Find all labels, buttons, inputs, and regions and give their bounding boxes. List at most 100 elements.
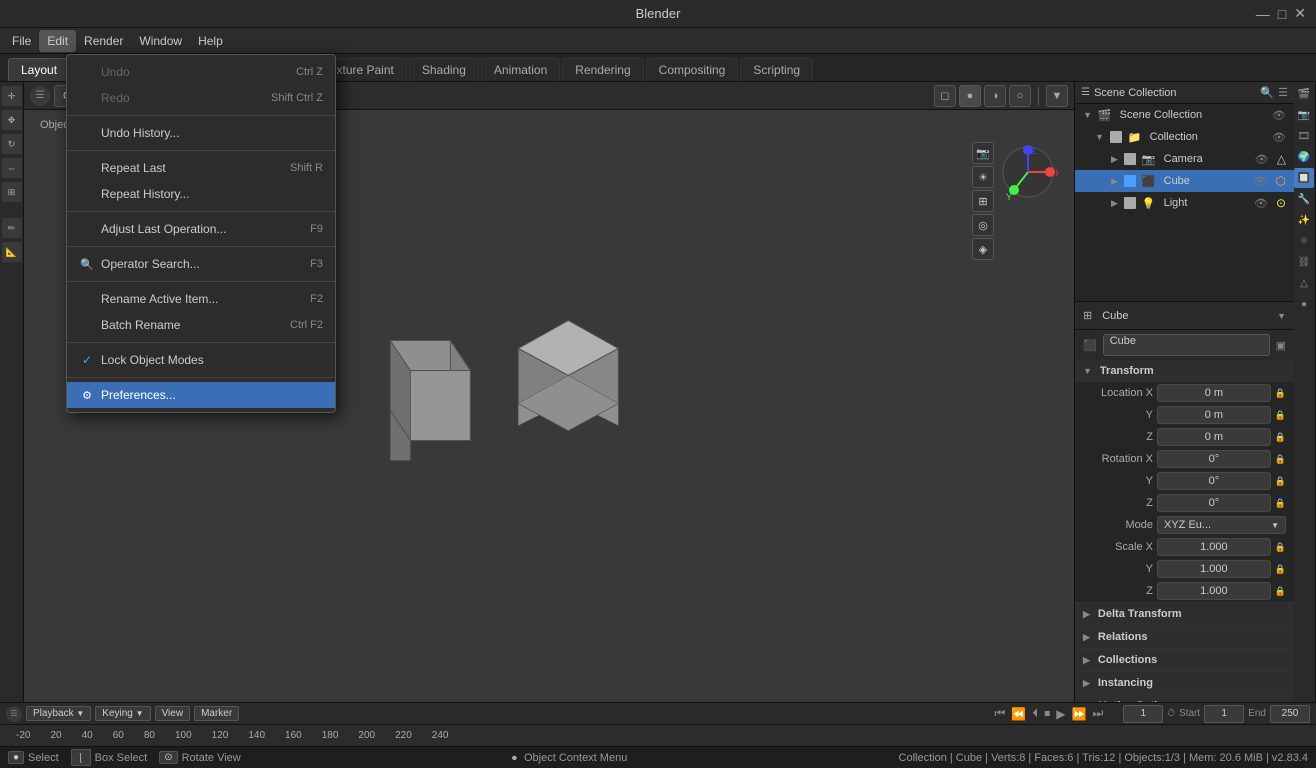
render-btn[interactable]: ○ (1009, 85, 1031, 107)
menu-undo[interactable]: Undo Ctrl Z (67, 59, 335, 85)
tool-transform[interactable]: ⊞ (2, 182, 22, 202)
timeline-menu-icon[interactable]: ☰ (6, 706, 22, 722)
viewport-menu-icon[interactable]: ☰ (30, 86, 50, 106)
obj-fake-user[interactable]: ▣ (1276, 339, 1286, 352)
prop-tab-object[interactable]: 🔲 (1294, 168, 1314, 188)
tab-animation[interactable]: Animation (481, 58, 560, 81)
tool-cursor[interactable]: ✛ (2, 86, 22, 106)
menu-preferences[interactable]: ⚙ Preferences... (67, 382, 335, 408)
rotation-x-value[interactable]: 0° (1157, 450, 1271, 468)
tool-annotate[interactable]: ✏ (2, 218, 22, 238)
solid-btn[interactable]: ● (959, 85, 981, 107)
close-button[interactable]: ✕ (1294, 5, 1306, 22)
prop-tab-constraints[interactable]: ⛓ (1294, 252, 1314, 272)
viewport-gizmo[interactable]: X Y Z (998, 142, 1058, 202)
play-back-btn[interactable]: ⏴ (1032, 706, 1038, 721)
lock-y-icon[interactable]: 🔒 (1275, 410, 1286, 421)
tab-shading[interactable]: Shading (409, 58, 479, 81)
playback-btn[interactable]: Playback ▼ (26, 706, 91, 721)
rotation-y-value[interactable]: 0° (1157, 472, 1271, 490)
tool-measure[interactable]: 📐 (2, 242, 22, 262)
menu-file[interactable]: File (4, 30, 39, 52)
grid-icon[interactable]: ⊞ (972, 190, 994, 212)
delta-transform-header[interactable]: ▶ Delta Transform (1075, 603, 1294, 625)
menu-repeat-last[interactable]: Repeat Last Shift R (67, 155, 335, 181)
scale-lock-x[interactable]: 🔒 (1275, 542, 1286, 553)
outliner-light[interactable]: ▶ 💡 Light 👁 ⊙ (1075, 192, 1294, 214)
menu-window[interactable]: Window (131, 30, 190, 52)
prop-tab-scene2[interactable]: 🎞 (1294, 126, 1314, 146)
next-frame-btn[interactable]: ⏩ (1072, 707, 1087, 721)
last-frame-btn[interactable]: ⏭ (1092, 706, 1103, 721)
timeline-ruler[interactable]: -20 20 40 60 80 100 120 140 160 180 200 … (0, 725, 1316, 746)
outliner-collection[interactable]: ▼ 📁 Collection 👁 (1075, 126, 1294, 148)
material-btn[interactable]: ◑ (984, 85, 1006, 107)
object-name-input[interactable]: Cube (1103, 334, 1270, 356)
location-x-value[interactable]: 0 m (1157, 384, 1271, 402)
col-eye[interactable]: 👁 (1272, 131, 1286, 144)
scale-lock-z[interactable]: 🔒 (1275, 586, 1286, 597)
menu-edit[interactable]: Edit (39, 30, 76, 52)
prop-tab-modifier[interactable]: 🔧 (1294, 189, 1314, 209)
menu-operator-search[interactable]: 🔍 Operator Search... F3 (67, 251, 335, 277)
location-z-value[interactable]: 0 m (1157, 428, 1271, 446)
prop-tab-data[interactable]: △ (1294, 273, 1314, 293)
menu-render[interactable]: Render (76, 30, 131, 52)
tool-move[interactable]: ✥ (2, 110, 22, 130)
view-btn[interactable]: View (155, 706, 191, 721)
scale-y-value[interactable]: 1.000 (1157, 560, 1271, 578)
rot-lock-x-icon[interactable]: 🔒 (1275, 454, 1286, 465)
collections-header[interactable]: ▶ Collections (1075, 649, 1294, 671)
menu-redo[interactable]: Redo Shift Ctrl Z (67, 85, 335, 111)
xray-icon[interactable]: ◈ (972, 238, 994, 260)
tab-scripting[interactable]: Scripting (740, 58, 813, 81)
first-frame-btn[interactable]: ⏮ (994, 706, 1005, 721)
cube-eye[interactable]: 👁 (1254, 175, 1268, 188)
lock-z-icon[interactable]: 🔒 (1275, 432, 1286, 443)
motion-paths-header[interactable]: ▶ Motion Paths (1075, 695, 1294, 702)
prop-tab-scene[interactable]: 🎬 (1294, 84, 1314, 104)
tab-compositing[interactable]: Compositing (646, 58, 739, 81)
scale-x-value[interactable]: 1.000 (1157, 538, 1271, 556)
outliner-scene-collection[interactable]: ▼ 🎬 Scene Collection 👁 (1075, 104, 1294, 126)
sun-icon[interactable]: ☀ (972, 166, 994, 188)
prop-tab-particles[interactable]: ✨ (1294, 210, 1314, 230)
tool-scale[interactable]: ⇔ (2, 158, 22, 178)
prop-tab-physics[interactable]: ⚛ (1294, 231, 1314, 251)
marker-btn[interactable]: Marker (194, 706, 239, 721)
rotation-z-value[interactable]: 0° (1157, 494, 1271, 512)
tab-rendering[interactable]: Rendering (562, 58, 643, 81)
menu-adjust-last[interactable]: Adjust Last Operation... F9 (67, 216, 335, 242)
location-y-value[interactable]: 0 m (1157, 406, 1271, 424)
menu-repeat-history[interactable]: Repeat History... (67, 181, 335, 207)
stop-btn[interactable]: ⏹ (1044, 706, 1050, 721)
menu-rename-active[interactable]: Rename Active Item... F2 (67, 286, 335, 312)
outliner-filter-icon[interactable]: ☰ (1278, 86, 1288, 99)
instancing-header[interactable]: ▶ Instancing (1075, 672, 1294, 694)
keying-btn[interactable]: Keying ▼ (95, 706, 150, 721)
outliner-cube[interactable]: ▶ ⬛ Cube 👁 ⬡ (1075, 170, 1294, 192)
outliner-camera[interactable]: ▶ 📷 Camera 👁 △ (1075, 148, 1294, 170)
camera-icon[interactable]: 📷 (972, 142, 994, 164)
tool-rotate[interactable]: ↻ (2, 134, 22, 154)
play-btn[interactable]: ▶ (1056, 707, 1065, 721)
transform-header[interactable]: ▼ Transform (1075, 360, 1294, 382)
light-eye[interactable]: 👁 (1254, 197, 1268, 210)
menu-undo-history[interactable]: Undo History... (67, 120, 335, 146)
prop-tab-renderlayer[interactable]: 📷 (1294, 105, 1314, 125)
menu-lock-object-modes[interactable]: ✓ Lock Object Modes (67, 347, 335, 373)
menu-help[interactable]: Help (190, 30, 231, 52)
rot-lock-y-icon[interactable]: 🔒 (1275, 476, 1286, 487)
outliner-search-icon[interactable]: 🔍 (1260, 86, 1274, 99)
relations-header[interactable]: ▶ Relations (1075, 626, 1294, 648)
menu-batch-rename[interactable]: Batch Rename Ctrl F2 (67, 312, 335, 338)
lock-x-icon[interactable]: 🔒 (1275, 388, 1286, 399)
scale-z-value[interactable]: 1.000 (1157, 582, 1271, 600)
sc-eye[interactable]: 👁 (1272, 109, 1286, 122)
shading-options-btn[interactable]: ▼ (1046, 85, 1068, 107)
maximize-button[interactable]: □ (1278, 6, 1286, 22)
wireframe-btn[interactable]: ◻ (934, 85, 956, 107)
prop-tab-world[interactable]: 🌍 (1294, 147, 1314, 167)
scale-lock-y[interactable]: 🔒 (1275, 564, 1286, 575)
start-frame[interactable]: 1 (1204, 705, 1244, 723)
